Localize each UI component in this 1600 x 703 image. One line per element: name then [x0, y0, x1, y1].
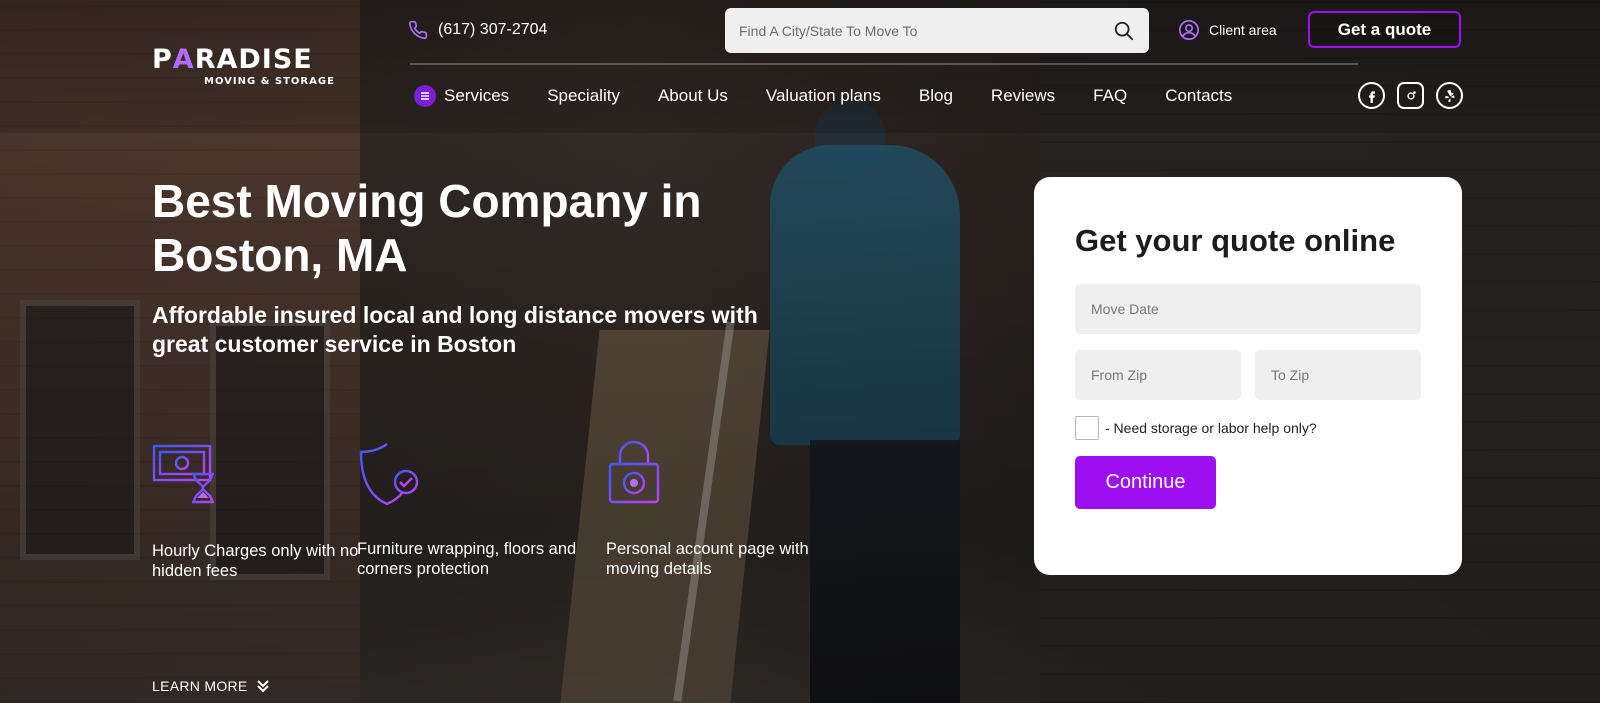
storage-labor-row: - Need storage or labor help only? [1075, 416, 1317, 440]
user-icon [1179, 20, 1199, 40]
nav-item-services[interactable]: Services [414, 85, 509, 107]
nav-item-faq[interactable]: FAQ [1093, 86, 1127, 106]
feature-personal-account: Personal account page with moving detail… [606, 440, 846, 578]
lock-account-icon [608, 440, 660, 504]
paradise-logo[interactable]: P A RADISE MOVING & STORAGE [152, 46, 390, 90]
social-links [1358, 82, 1463, 109]
learn-more-link[interactable]: LEARN MORE [152, 678, 270, 694]
move-date-field[interactable] [1075, 284, 1421, 334]
feature-hourly-charges: Hourly Charges only with no hidden fees [152, 440, 392, 580]
search-input[interactable] [739, 22, 1111, 39]
hero-subtitle: Affordable insured local and long distan… [152, 302, 758, 357]
from-zip-field[interactable] [1075, 350, 1241, 400]
continue-button[interactable]: Continue [1075, 456, 1216, 509]
facebook-icon[interactable] [1358, 82, 1385, 109]
client-area-label: Client area [1209, 22, 1277, 38]
search-bar [725, 8, 1149, 53]
main-nav: Services Speciality About Us Valuation p… [414, 82, 1232, 110]
phone-link[interactable]: (617) 307-2704 [408, 18, 547, 42]
search-icon [1114, 21, 1134, 40]
money-hourglass-icon [152, 444, 214, 504]
background-mover-person [740, 100, 980, 703]
instagram-icon[interactable] [1397, 82, 1424, 109]
nav-item-contacts[interactable]: Contacts [1165, 86, 1232, 106]
quote-form-card: Get your quote online - Need storage or … [1034, 177, 1462, 575]
storage-labor-checkbox[interactable] [1075, 416, 1099, 440]
storage-labor-label: - Need storage or labor help only? [1105, 420, 1317, 436]
header-divider [410, 63, 1358, 65]
get-a-quote-button[interactable]: Get a quote [1308, 11, 1461, 48]
feature-text: Hourly Charges only with no hidden fees [152, 542, 359, 580]
logo-subtitle: MOVING & STORAGE [204, 76, 335, 87]
phone-icon [408, 20, 428, 40]
hero-title: Best Moving Company in Boston, MA [152, 175, 702, 281]
search-button[interactable] [1111, 18, 1137, 44]
to-zip-field[interactable] [1255, 350, 1421, 400]
phone-number: (617) 307-2704 [438, 21, 548, 38]
feature-text: Furniture wrapping, floors and corners p… [357, 540, 577, 578]
nav-item-blog[interactable]: Blog [919, 86, 953, 106]
site-header: P A RADISE MOVING & STORAGE (617) 307-2704… [0, 0, 1600, 133]
nav-item-reviews[interactable]: Reviews [991, 86, 1055, 106]
quote-form-title: Get your quote online [1075, 223, 1396, 258]
feature-furniture-protection: Furniture wrapping, floors and corners p… [357, 440, 597, 578]
background-window [20, 300, 140, 560]
background-boxes [560, 330, 770, 703]
logo-wordmark: P A RADISE [152, 44, 313, 75]
services-menu-icon [414, 85, 436, 107]
nav-item-about-us[interactable]: About Us [658, 86, 728, 106]
client-area-link[interactable]: Client area [1178, 18, 1277, 42]
feature-text: Personal account page with moving detail… [606, 540, 809, 578]
logo-accent-letter: A [172, 44, 195, 75]
learn-more-label: LEARN MORE [152, 678, 248, 694]
shield-check-icon [359, 443, 419, 506]
nav-item-valuation-plans[interactable]: Valuation plans [766, 86, 881, 106]
yelp-icon[interactable] [1436, 82, 1463, 109]
double-chevron-down-icon [256, 680, 269, 693]
nav-item-speciality[interactable]: Speciality [547, 86, 620, 106]
